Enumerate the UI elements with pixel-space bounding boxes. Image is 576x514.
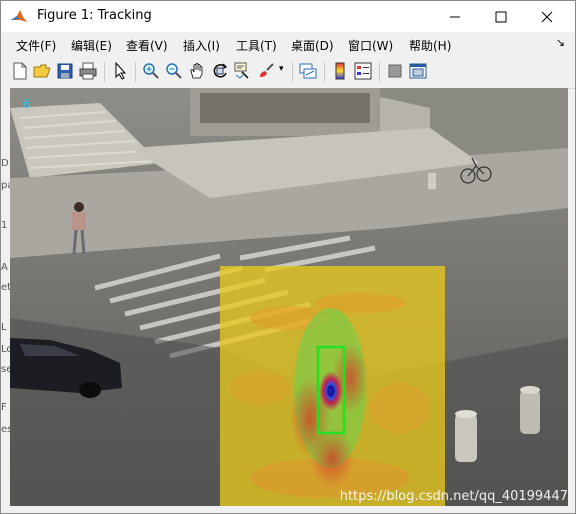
video-frame xyxy=(10,88,568,506)
figure-window: Figure 1: Tracking 文件(F) 编辑(E) 查看(V) 插入(… xyxy=(0,0,576,514)
menu-window[interactable]: 窗口(W) xyxy=(348,37,393,54)
menu-tools[interactable]: 工具(T) xyxy=(236,37,277,54)
maximize-button[interactable] xyxy=(478,1,524,32)
figure-toolbar: ▾ xyxy=(1,56,575,89)
title-bar: Figure 1: Tracking xyxy=(1,1,575,32)
minimize-icon xyxy=(450,16,460,17)
strip-text: 1 xyxy=(1,220,8,231)
close-button[interactable] xyxy=(524,1,570,32)
window-title: Figure 1: Tracking xyxy=(37,8,152,23)
minimize-button[interactable] xyxy=(432,1,478,32)
brush-dropdown-chevron-down-icon[interactable]: ▾ xyxy=(279,64,284,74)
open-file-icon[interactable] xyxy=(33,62,51,80)
link-plot-icon[interactable] xyxy=(299,62,317,80)
strip-text: F xyxy=(1,402,7,413)
menu-insert[interactable]: 插入(I) xyxy=(183,37,220,54)
hide-plot-tools-icon[interactable] xyxy=(386,62,404,80)
pointer-icon[interactable] xyxy=(112,62,130,80)
close-icon xyxy=(541,11,553,22)
save-icon[interactable] xyxy=(56,62,74,80)
strip-text: L xyxy=(1,322,7,333)
colorbar-icon[interactable] xyxy=(331,62,349,80)
menu-view[interactable]: 查看(V) xyxy=(126,37,168,54)
watermark-text: https://blog.csdn.net/qq_40199447 xyxy=(339,489,568,504)
strip-text: A xyxy=(1,262,8,273)
pan-icon[interactable] xyxy=(188,62,206,80)
figure-axes[interactable]: 6 https://blog.csdn.net/qq_40199447 xyxy=(10,88,568,506)
menu-file[interactable]: 文件(F) xyxy=(16,37,56,54)
menu-overflow-arrow-icon[interactable]: ↘ xyxy=(556,36,565,49)
menu-help[interactable]: 帮助(H) xyxy=(409,37,451,54)
new-figure-icon[interactable] xyxy=(11,62,29,80)
frame-number-label: 6 xyxy=(23,97,31,111)
background-window-strip: D pa 1 A et L Lo se F es xyxy=(1,88,13,508)
menu-bar: 文件(F) 编辑(E) 查看(V) 插入(I) 工具(T) 桌面(D) 窗口(W… xyxy=(1,32,575,56)
print-icon[interactable] xyxy=(79,62,97,80)
data-cursor-icon[interactable] xyxy=(234,62,252,80)
zoom-out-icon[interactable] xyxy=(165,62,183,80)
zoom-in-icon[interactable] xyxy=(142,62,160,80)
menu-edit[interactable]: 编辑(E) xyxy=(71,37,112,54)
strip-text: D xyxy=(1,158,9,169)
maximize-icon xyxy=(495,11,507,22)
brush-icon[interactable] xyxy=(257,62,275,80)
show-plot-tools-icon[interactable] xyxy=(409,62,427,80)
rotate-3d-icon[interactable] xyxy=(211,62,229,80)
legend-icon[interactable] xyxy=(354,62,372,80)
matlab-icon xyxy=(11,10,27,22)
menu-desktop[interactable]: 桌面(D) xyxy=(291,37,334,54)
